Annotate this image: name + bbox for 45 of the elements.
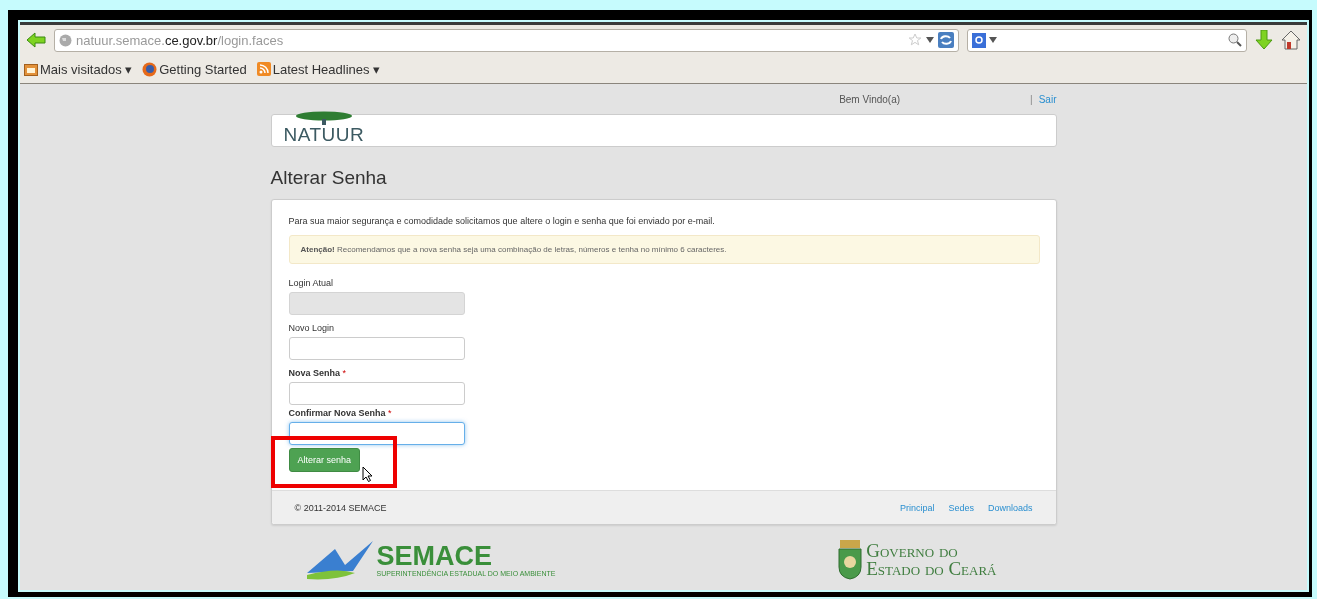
tree-icon — [294, 111, 353, 125]
field-label: Nova Senha * — [288, 368, 348, 379]
rss-icon — [256, 62, 271, 76]
url-text: natuur.semace. — [76, 32, 165, 48]
star-icon[interactable] — [908, 33, 922, 47]
input-field[interactable] — [288, 382, 465, 405]
bookmark-link[interactable]: Latest Headlines ▾ — [272, 61, 381, 77]
government-text: Governo do — [866, 541, 959, 560]
address-bar[interactable]: natuur.semace.ce.gov.br/login.faces — [54, 28, 959, 52]
change-password-button[interactable]: Alterar senha — [288, 448, 361, 472]
field-label: Novo Login — [288, 323, 336, 334]
url-text: /login.faces — [217, 32, 284, 48]
field-label: Confirmar Nova Senha * — [288, 408, 393, 419]
footer-link[interactable]: Principal — [899, 502, 935, 513]
dropdown-icon[interactable] — [989, 37, 997, 43]
cursor-icon — [361, 466, 373, 482]
warning-alert: Atenção! Recomendamos que a nova senha seja uma combinação de letras, números e tenha no mínimo 6 caracteres. — [288, 235, 1040, 264]
folder-icon — [24, 62, 38, 76]
footer-link[interactable]: Sedes — [948, 502, 974, 513]
back-arrow-icon[interactable] — [26, 32, 46, 48]
coat-of-arms-icon — [838, 540, 863, 580]
welcome-text: Bem Vindo(a) — [839, 93, 901, 105]
globe-icon — [142, 61, 158, 77]
logout-link[interactable]: Sair — [1038, 93, 1057, 105]
reload-icon[interactable] — [938, 32, 954, 48]
government-text: Estado do Ceará — [866, 560, 997, 579]
home-icon[interactable] — [1281, 30, 1301, 50]
semace-logo-icon — [304, 539, 375, 581]
dropdown-icon[interactable] — [926, 37, 934, 43]
copyright-text: © 2011-2014 SEMACE — [294, 502, 387, 513]
globe-icon — [59, 33, 72, 47]
intro-text: Para sua maior segurança e comodidade solicitamos que altere o login e senha que foi enviado por e-mail. — [288, 216, 716, 226]
search-field[interactable] — [967, 28, 1247, 52]
separator-text: | — [1030, 93, 1033, 105]
url-text: ce.gov.br — [164, 32, 218, 48]
page-title: Alterar Senha — [270, 167, 388, 189]
search-icon[interactable] — [1228, 33, 1242, 47]
input-field[interactable] — [288, 337, 465, 360]
footer-link[interactable]: Downloads — [987, 502, 1033, 513]
semace-logo-text: SEMACE — [376, 543, 493, 570]
logo-text: NATUUR — [283, 125, 365, 144]
bookmark-link[interactable]: Mais visitados ▾ — [40, 61, 133, 77]
download-arrow-icon[interactable] — [1255, 30, 1273, 50]
field-label: Login Atual — [288, 278, 335, 289]
bookmark-link[interactable]: Getting Started — [159, 61, 247, 77]
